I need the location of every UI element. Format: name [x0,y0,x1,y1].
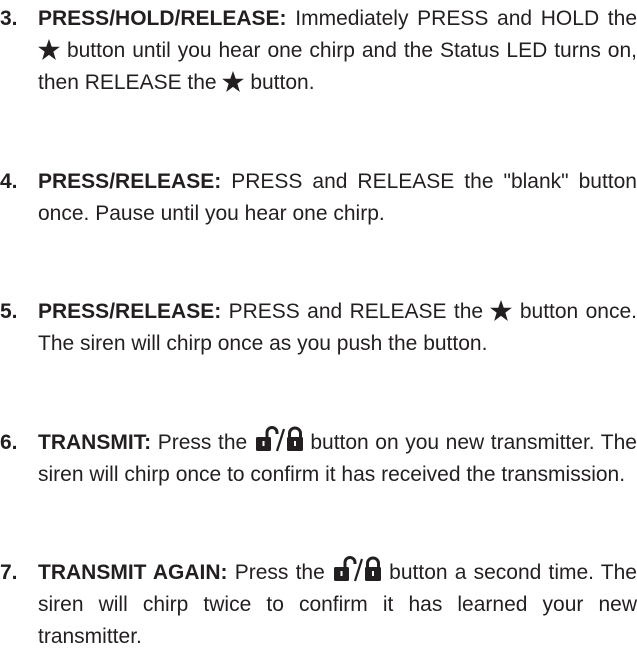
step-number: 4. [0,170,18,193]
step-3: 3. PRESS/HOLD/RELEASE: Immediately PRESS … [0,3,637,99]
step-number: 6. [0,431,18,454]
step-number: 7. [0,561,18,584]
step-text: PRESS and RELEASE the [228,300,484,323]
star-icon [490,300,513,321]
step-5: 5. PRESS/RELEASE: PRESS and RELEASE the b… [0,296,637,360]
step-text: Press the [234,561,325,584]
lock-unlock-icon [332,556,382,582]
step-heading: TRANSMIT: [38,431,152,454]
step-heading: PRESS/RELEASE: [38,170,222,193]
instruction-page: 3. PRESS/HOLD/RELEASE: Immediately PRESS … [0,0,637,648]
step-text: Immediately PRESS and HOLD the [295,7,637,30]
step-heading: PRESS/RELEASE: [38,300,222,323]
star-icon [222,71,245,92]
step-number: 3. [0,7,18,30]
step-4: 4. PRESS/RELEASE: PRESS and RELEASE the "… [0,166,637,230]
step-text: Press the [157,431,248,454]
lock-unlock-icon [254,426,304,452]
step-text: button until you hear one chirp and the … [38,39,637,94]
step-heading: TRANSMIT AGAIN: [38,561,228,584]
step-6: 6. TRANSMIT: Press the button on you new … [0,426,637,491]
step-text: button. [250,71,315,94]
step-heading: PRESS/HOLD/RELEASE: [38,7,287,30]
star-icon [38,39,60,60]
step-7: 7. TRANSMIT AGAIN: Press the button a sec… [0,556,637,653]
step-number: 5. [0,300,18,323]
